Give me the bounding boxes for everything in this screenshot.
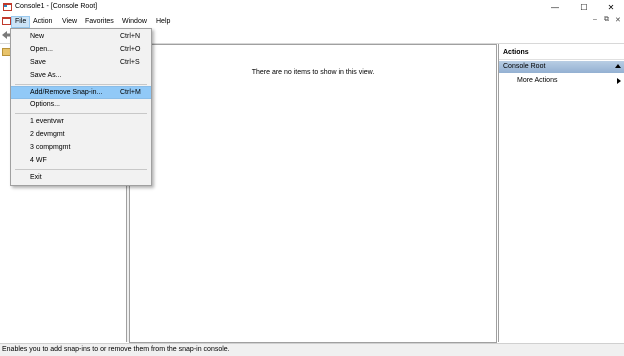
menu-item-recent-1[interactable]: 1 eventvwr <box>11 116 151 128</box>
title-bar: Console1 - [Console Root] — ☐ ✕ <box>0 0 624 15</box>
menu-item-recent-3[interactable]: 3 compmgmt <box>11 142 151 154</box>
menu-separator <box>15 84 147 85</box>
menu-item-label: Options... <box>30 101 60 108</box>
menu-item-shortcut: Ctrl+N <box>120 33 141 40</box>
close-icon: ✕ <box>607 2 615 12</box>
menu-item-label: Open... <box>30 46 53 53</box>
menu-item-add-remove-snap-in[interactable]: Add/Remove Snap-in... Ctrl+M <box>11 86 151 99</box>
mmc-app-icon <box>3 3 12 11</box>
mdi-restore-button[interactable]: ⧉ <box>604 16 609 24</box>
file-menu-dropdown: New Ctrl+N Open... Ctrl+O Save Ctrl+S Sa… <box>10 28 152 186</box>
menu-separator <box>15 169 147 170</box>
menu-item-save[interactable]: Save Ctrl+S <box>11 57 151 69</box>
menu-action[interactable]: Action <box>30 16 55 27</box>
menu-window[interactable]: Window <box>119 16 150 27</box>
actions-pane: Actions Console Root More Actions <box>498 44 624 342</box>
status-bar: Enables you to add snap-ins to or remove… <box>0 343 624 356</box>
actions-header: Actions <box>499 47 624 60</box>
menu-bar: File Action View Favorites Window Help –… <box>0 15 624 28</box>
menu-item-options[interactable]: Options... <box>11 99 151 111</box>
submenu-arrow-icon[interactable] <box>617 78 621 84</box>
menu-help[interactable]: Help <box>153 16 173 27</box>
window-title: Console1 - [Console Root] <box>15 3 98 10</box>
actions-section-label: Console Root <box>503 63 546 70</box>
menu-item-shortcut: Ctrl+O <box>120 46 141 53</box>
menu-item-recent-2[interactable]: 2 devmgmt <box>11 129 151 141</box>
menu-item-label: 2 devmgmt <box>30 131 65 138</box>
menu-item-label: 4 WF <box>30 157 47 164</box>
menu-item-new[interactable]: New Ctrl+N <box>11 31 151 43</box>
results-pane[interactable]: There are no items to show in this view. <box>129 44 497 343</box>
menu-item-recent-4[interactable]: 4 WF <box>11 155 151 167</box>
menu-item-label: Save As... <box>30 72 62 79</box>
menu-item-label: Add/Remove Snap-in... <box>30 89 103 96</box>
console-icon <box>2 17 11 25</box>
menu-item-label: New <box>30 33 45 40</box>
menu-item-open[interactable]: Open... Ctrl+O <box>11 44 151 56</box>
menu-item-shortcut: Ctrl+S <box>120 59 140 66</box>
minimize-button[interactable]: — <box>542 0 568 14</box>
maximize-icon: ☐ <box>580 2 588 12</box>
menu-item-label: 3 compmgmt <box>30 144 71 151</box>
mdi-close-button[interactable]: ✕ <box>615 16 621 24</box>
maximize-button[interactable]: ☐ <box>571 0 597 14</box>
menu-item-shortcut: Ctrl+M <box>120 89 141 96</box>
status-text: Enables you to add snap-ins to or remove… <box>2 346 230 353</box>
menu-item-label: 1 eventvwr <box>30 118 64 125</box>
menu-item-label: Exit <box>30 174 42 181</box>
menu-favorites[interactable]: Favorites <box>82 16 117 27</box>
more-actions-item[interactable]: More Actions <box>517 77 557 84</box>
minimize-icon: — <box>551 2 559 12</box>
menu-item-save-as[interactable]: Save As... <box>11 70 151 82</box>
empty-view-message: There are no items to show in this view. <box>251 69 375 76</box>
menu-item-exit[interactable]: Exit <box>11 172 151 184</box>
close-button[interactable]: ✕ <box>598 0 624 14</box>
menu-file[interactable]: File <box>11 16 31 28</box>
menu-item-label: Save <box>30 59 46 66</box>
menu-separator <box>15 113 147 114</box>
collapse-up-icon[interactable] <box>615 64 621 68</box>
menu-view[interactable]: View <box>59 16 80 27</box>
actions-section-console-root[interactable]: Console Root <box>499 61 624 73</box>
mdi-minimize-button[interactable]: – <box>593 16 597 23</box>
